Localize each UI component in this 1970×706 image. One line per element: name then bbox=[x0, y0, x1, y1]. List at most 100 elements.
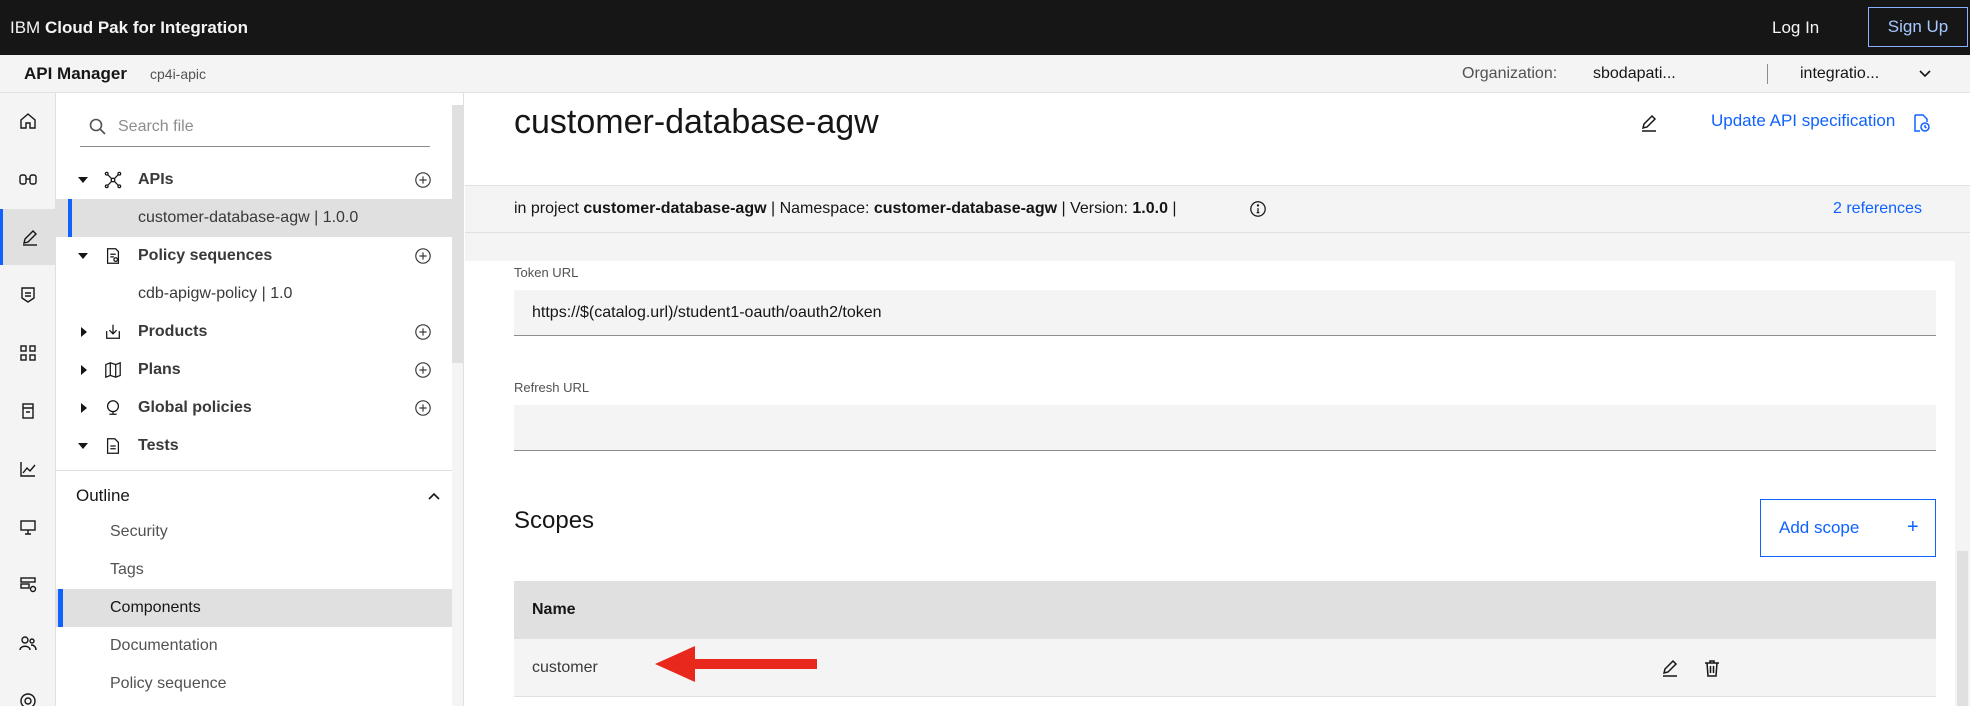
document-icon bbox=[106, 438, 120, 454]
tree-node-apis[interactable]: APIs bbox=[56, 161, 452, 199]
file-tree-panel: APIs customer-database-agw | 1.0.0 Polic… bbox=[56, 93, 464, 706]
outline-item-label: Policy sequence bbox=[110, 675, 227, 692]
trash-icon[interactable] bbox=[1702, 658, 1722, 678]
api-header: customer-database-agw Update API specifi… bbox=[465, 93, 1970, 185]
edit-icon[interactable] bbox=[1639, 113, 1659, 133]
outline-item-label: Security bbox=[110, 523, 168, 540]
outline-item-documentation[interactable]: Documentation bbox=[56, 627, 452, 665]
rail-members[interactable] bbox=[0, 615, 56, 671]
tree-node-label: APIs bbox=[138, 171, 174, 188]
tree-node-policy-sequences[interactable]: Policy sequences bbox=[56, 237, 452, 275]
outline-item-label: Documentation bbox=[110, 637, 218, 654]
outline-item-policy-sequence[interactable]: Policy sequence bbox=[56, 665, 452, 703]
tree-node-label: Tests bbox=[138, 437, 179, 454]
globe-icon bbox=[106, 400, 120, 415]
scopes-table-header: Name bbox=[514, 581, 1936, 639]
components-form: Token URL https://$(catalog.url)/student… bbox=[465, 261, 1955, 706]
home-icon bbox=[20, 113, 36, 129]
add-circle-icon[interactable] bbox=[414, 171, 432, 189]
develop-icon bbox=[22, 230, 37, 246]
add-scope-button[interactable]: Add scope + bbox=[1760, 499, 1936, 557]
document-update-icon[interactable] bbox=[1911, 113, 1931, 133]
chevron-down-icon[interactable] bbox=[1915, 63, 1935, 83]
rail-explore[interactable] bbox=[0, 151, 56, 207]
refresh-url-field[interactable] bbox=[514, 405, 1936, 451]
policy-icon bbox=[106, 248, 120, 264]
column-header-name[interactable]: Name bbox=[532, 581, 576, 639]
caret-right-icon[interactable] bbox=[81, 365, 87, 375]
rail-resources[interactable] bbox=[0, 383, 56, 439]
search-icon bbox=[89, 118, 106, 135]
resources-icon bbox=[22, 403, 34, 419]
meta-version: 1.0.0 bbox=[1132, 200, 1168, 217]
organization-select[interactable]: sbodapati... bbox=[1593, 55, 1676, 93]
outline-item-components[interactable]: Components bbox=[56, 589, 452, 627]
scope-name-cell: customer bbox=[532, 659, 598, 676]
outline-scrollbar[interactable] bbox=[452, 363, 463, 706]
red-arrow-annotation bbox=[655, 646, 817, 682]
main-scrollbar-thumb[interactable] bbox=[1957, 551, 1968, 706]
page-title: customer-database-agw bbox=[514, 103, 879, 141]
search-input[interactable] bbox=[118, 107, 418, 147]
add-circle-icon[interactable] bbox=[414, 247, 432, 265]
sub-header: API Manager cp4i-apic Organization: sbod… bbox=[0, 55, 1970, 93]
top-bar: IBM Cloud Pak for Integration Log In Sig… bbox=[0, 0, 1970, 55]
meta-suffix: | bbox=[1172, 200, 1177, 217]
tree-item-label: cdb-apigw-policy | 1.0 bbox=[138, 285, 293, 302]
add-circle-icon[interactable] bbox=[414, 399, 432, 417]
rail-develop[interactable] bbox=[0, 209, 56, 265]
settings-icon bbox=[20, 693, 36, 706]
analytics-icon bbox=[20, 462, 36, 477]
rail-catalog-settings[interactable] bbox=[0, 557, 56, 613]
caret-down-icon[interactable] bbox=[78, 177, 88, 183]
organization-label: Organization: bbox=[1462, 65, 1558, 82]
caret-right-icon[interactable] bbox=[81, 403, 87, 413]
rail-apps[interactable] bbox=[0, 325, 56, 381]
divider bbox=[1767, 64, 1768, 84]
token-url-value: https://$(catalog.url)/student1-oauth/oa… bbox=[532, 304, 882, 321]
meta-ver-label: | Version: bbox=[1061, 200, 1128, 217]
tree-scrollbar-thumb[interactable] bbox=[452, 105, 463, 363]
tree-item-api[interactable]: customer-database-agw | 1.0.0 bbox=[56, 199, 452, 237]
edit-icon[interactable] bbox=[1660, 658, 1680, 678]
tree-item-label: customer-database-agw | 1.0.0 bbox=[138, 209, 359, 226]
rail-home[interactable] bbox=[0, 93, 56, 149]
api-icon bbox=[104, 171, 122, 189]
main-scrollbar[interactable] bbox=[1955, 261, 1970, 706]
rail-manage[interactable] bbox=[0, 267, 56, 323]
api-meta-text: in project customer-database-agw | Names… bbox=[514, 186, 1177, 232]
login-link[interactable]: Log In bbox=[1772, 0, 1819, 55]
signup-button[interactable]: Sign Up bbox=[1868, 7, 1968, 47]
tree-node-label: Global policies bbox=[138, 399, 252, 416]
chevron-up-icon[interactable] bbox=[426, 488, 442, 504]
tree-node-plans[interactable]: Plans bbox=[56, 351, 452, 389]
tree-node-tests[interactable]: Tests bbox=[56, 427, 452, 465]
product-icon bbox=[106, 324, 120, 339]
manage-icon bbox=[21, 287, 35, 303]
members-icon bbox=[19, 636, 37, 651]
token-url-field[interactable]: https://$(catalog.url)/student1-oauth/oa… bbox=[514, 290, 1936, 336]
add-circle-icon[interactable] bbox=[414, 361, 432, 379]
tree-node-global-policies[interactable]: Global policies bbox=[56, 389, 452, 427]
caret-down-icon[interactable] bbox=[78, 443, 88, 449]
app-name[interactable]: API Manager bbox=[24, 55, 127, 93]
brand-prefix: IBM bbox=[10, 18, 41, 37]
outline-item-security[interactable]: Security bbox=[56, 513, 452, 551]
add-scope-label: Add scope bbox=[1779, 518, 1860, 537]
apps-icon bbox=[20, 345, 36, 361]
catalog-select[interactable]: integratio... bbox=[1800, 55, 1879, 93]
brand-title[interactable]: IBM Cloud Pak for Integration bbox=[10, 0, 248, 55]
rail-settings[interactable] bbox=[0, 673, 56, 706]
meta-namespace: customer-database-agw bbox=[873, 200, 1058, 217]
rail-test[interactable] bbox=[0, 499, 56, 555]
rail-analytics[interactable] bbox=[0, 441, 56, 497]
references-link[interactable]: 2 references bbox=[1833, 186, 1922, 232]
info-icon[interactable] bbox=[1249, 200, 1267, 218]
add-circle-icon[interactable] bbox=[414, 323, 432, 341]
caret-down-icon[interactable] bbox=[78, 253, 88, 259]
tree-item-policy[interactable]: cdb-apigw-policy | 1.0 bbox=[56, 275, 452, 313]
update-api-spec-link[interactable]: Update API specification bbox=[1711, 111, 1895, 131]
outline-item-tags[interactable]: Tags bbox=[56, 551, 452, 589]
caret-right-icon[interactable] bbox=[81, 327, 87, 337]
tree-node-products[interactable]: Products bbox=[56, 313, 452, 351]
